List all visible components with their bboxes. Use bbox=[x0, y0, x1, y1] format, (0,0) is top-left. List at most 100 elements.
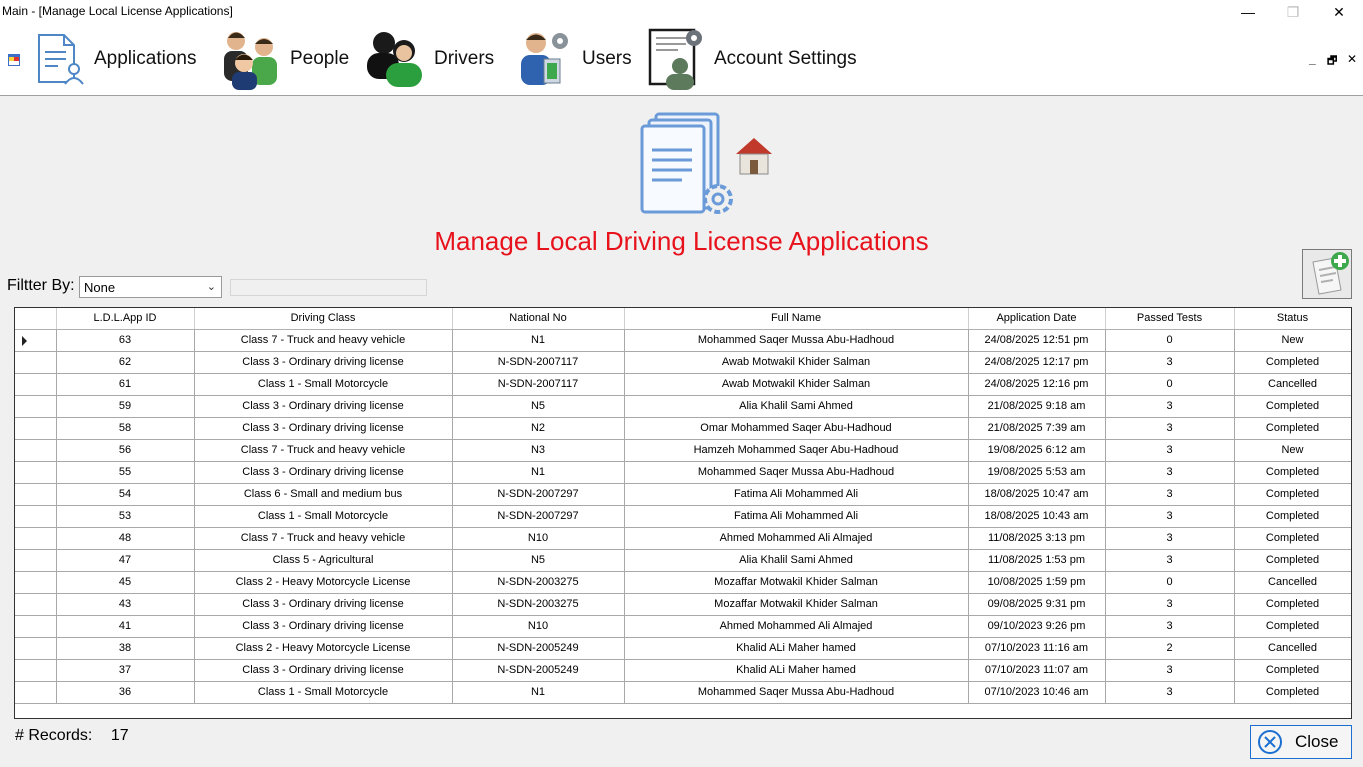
menu-people[interactable]: People bbox=[220, 24, 349, 94]
table-cell[interactable]: Class 3 - Ordinary driving license bbox=[194, 659, 453, 682]
mdi-minimize-button[interactable]: _ bbox=[1309, 52, 1316, 66]
table-cell[interactable]: 53 bbox=[56, 505, 195, 528]
table-cell[interactable]: 54 bbox=[56, 483, 195, 506]
table-row[interactable]: 58 Class 3 - Ordinary driving license N2 Om… bbox=[15, 417, 1351, 440]
add-application-button[interactable] bbox=[1302, 249, 1352, 299]
table-cell[interactable]: N2 bbox=[452, 417, 625, 440]
table-cell[interactable]: 24/08/2025 12:17 pm bbox=[968, 351, 1106, 374]
table-cell[interactable]: 10/08/2025 1:59 pm bbox=[968, 571, 1106, 594]
table-cell[interactable]: N10 bbox=[452, 615, 625, 638]
table-cell[interactable]: N-SDN-2007117 bbox=[452, 351, 625, 374]
table-cell[interactable]: 18/08/2025 10:43 am bbox=[968, 505, 1106, 528]
table-row[interactable]: 47 Class 5 - Agricultural N5 Alia Khalil Sa… bbox=[15, 549, 1351, 572]
table-row[interactable]: 62 Class 3 - Ordinary driving license N-SD… bbox=[15, 351, 1351, 374]
table-cell[interactable]: Mozaffar Motwakil Khider Salman bbox=[624, 571, 969, 594]
table-cell[interactable]: 63 bbox=[56, 329, 195, 352]
column-header[interactable]: Application Date bbox=[968, 308, 1106, 330]
table-cell[interactable]: Completed bbox=[1234, 593, 1351, 616]
table-row[interactable]: 63 Class 7 - Truck and heavy vehicle N1 Moh… bbox=[15, 329, 1351, 352]
table-cell[interactable]: Class 7 - Truck and heavy vehicle bbox=[194, 329, 453, 352]
table-cell[interactable]: 24/08/2025 12:51 pm bbox=[968, 329, 1106, 352]
table-cell[interactable]: Class 3 - Ordinary driving license bbox=[194, 351, 453, 374]
table-row[interactable]: 54 Class 6 - Small and medium bus N-SDN-20… bbox=[15, 483, 1351, 506]
row-header[interactable] bbox=[15, 351, 57, 374]
row-header[interactable] bbox=[15, 637, 57, 660]
table-cell[interactable]: Cancelled bbox=[1234, 637, 1351, 660]
table-cell[interactable]: Class 1 - Small Motorcycle bbox=[194, 505, 453, 528]
row-header[interactable] bbox=[15, 615, 57, 638]
table-cell[interactable]: 3 bbox=[1105, 395, 1235, 418]
table-cell[interactable]: 2 bbox=[1105, 637, 1235, 660]
table-cell[interactable]: 43 bbox=[56, 593, 195, 616]
table-cell[interactable]: 07/10/2023 10:46 am bbox=[968, 681, 1106, 704]
table-row[interactable]: 45 Class 2 - Heavy Motorcycle License N-SD… bbox=[15, 571, 1351, 594]
table-cell[interactable]: Khalid ALi Maher hamed bbox=[624, 659, 969, 682]
close-button[interactable]: Close bbox=[1250, 725, 1352, 759]
table-cell[interactable]: Omar Mohammed Saqer Abu-Hadhoud bbox=[624, 417, 969, 440]
row-header[interactable] bbox=[15, 395, 57, 418]
table-cell[interactable]: N-SDN-2007297 bbox=[452, 505, 625, 528]
table-cell[interactable]: N-SDN-2005249 bbox=[452, 659, 625, 682]
table-cell[interactable]: 3 bbox=[1105, 659, 1235, 682]
row-header[interactable] bbox=[15, 417, 57, 440]
row-header[interactable] bbox=[15, 505, 57, 528]
table-row[interactable]: 53 Class 1 - Small Motorcycle N-SDN-200729… bbox=[15, 505, 1351, 528]
column-header[interactable]: National No bbox=[452, 308, 625, 330]
table-row[interactable]: 61 Class 1 - Small Motorcycle N-SDN-200711… bbox=[15, 373, 1351, 396]
column-header[interactable]: Full Name bbox=[624, 308, 969, 330]
column-header[interactable]: Driving Class bbox=[194, 308, 453, 330]
table-cell[interactable]: 19/08/2025 5:53 am bbox=[968, 461, 1106, 484]
table-row[interactable]: 37 Class 3 - Ordinary driving license N-SD… bbox=[15, 659, 1351, 682]
mdi-close-button[interactable]: ✕ bbox=[1347, 52, 1357, 66]
column-header[interactable]: Passed Tests bbox=[1105, 308, 1235, 330]
table-cell[interactable]: 58 bbox=[56, 417, 195, 440]
table-cell[interactable]: N-SDN-2007297 bbox=[452, 483, 625, 506]
table-cell[interactable]: Mohammed Saqer Mussa Abu-Hadhoud bbox=[624, 681, 969, 704]
table-cell[interactable]: 3 bbox=[1105, 351, 1235, 374]
table-cell[interactable]: 0 bbox=[1105, 329, 1235, 352]
table-cell[interactable]: 11/08/2025 3:13 pm bbox=[968, 527, 1106, 550]
row-header[interactable] bbox=[15, 571, 57, 594]
filter-text-input[interactable] bbox=[230, 279, 427, 296]
table-cell[interactable]: 36 bbox=[56, 681, 195, 704]
table-cell[interactable]: Completed bbox=[1234, 483, 1351, 506]
table-cell[interactable]: 56 bbox=[56, 439, 195, 462]
table-cell[interactable]: 3 bbox=[1105, 483, 1235, 506]
table-cell[interactable]: Completed bbox=[1234, 549, 1351, 572]
table-cell[interactable]: 11/08/2025 1:53 pm bbox=[968, 549, 1106, 572]
table-cell[interactable]: 55 bbox=[56, 461, 195, 484]
table-cell[interactable]: 3 bbox=[1105, 593, 1235, 616]
table-cell[interactable]: 3 bbox=[1105, 615, 1235, 638]
column-header[interactable]: Status bbox=[1234, 308, 1351, 330]
table-cell[interactable]: 61 bbox=[56, 373, 195, 396]
table-cell[interactable]: New bbox=[1234, 329, 1351, 352]
table-cell[interactable]: N1 bbox=[452, 681, 625, 704]
table-cell[interactable]: 45 bbox=[56, 571, 195, 594]
table-cell[interactable]: 09/08/2025 9:31 pm bbox=[968, 593, 1106, 616]
table-cell[interactable]: Class 6 - Small and medium bus bbox=[194, 483, 453, 506]
table-cell[interactable]: Completed bbox=[1234, 417, 1351, 440]
window-minimize-button[interactable]: — bbox=[1225, 0, 1271, 24]
table-cell[interactable]: 3 bbox=[1105, 549, 1235, 572]
table-cell[interactable]: 59 bbox=[56, 395, 195, 418]
table-cell[interactable]: Cancelled bbox=[1234, 571, 1351, 594]
table-cell[interactable]: 18/08/2025 10:47 am bbox=[968, 483, 1106, 506]
table-cell[interactable]: 47 bbox=[56, 549, 195, 572]
table-cell[interactable]: Mozaffar Motwakil Khider Salman bbox=[624, 593, 969, 616]
table-cell[interactable]: N3 bbox=[452, 439, 625, 462]
table-cell[interactable]: Class 7 - Truck and heavy vehicle bbox=[194, 439, 453, 462]
table-cell[interactable]: N-SDN-2003275 bbox=[452, 571, 625, 594]
row-header[interactable] bbox=[15, 461, 57, 484]
table-cell[interactable]: 07/10/2023 11:16 am bbox=[968, 637, 1106, 660]
table-cell[interactable]: 48 bbox=[56, 527, 195, 550]
row-header[interactable] bbox=[15, 549, 57, 572]
table-cell[interactable]: Completed bbox=[1234, 681, 1351, 704]
menu-users[interactable]: Users bbox=[516, 24, 632, 94]
column-header[interactable]: L.D.L.App ID bbox=[56, 308, 195, 330]
table-row[interactable]: 38 Class 2 - Heavy Motorcycle License N-SD… bbox=[15, 637, 1351, 660]
menu-account-settings[interactable]: Account Settings bbox=[646, 24, 857, 94]
applications-grid[interactable]: L.D.L.App ID Driving Class National No F… bbox=[14, 307, 1352, 719]
table-cell[interactable]: Completed bbox=[1234, 615, 1351, 638]
table-row[interactable]: 59 Class 3 - Ordinary driving license N5 Al… bbox=[15, 395, 1351, 418]
table-cell[interactable]: Cancelled bbox=[1234, 373, 1351, 396]
